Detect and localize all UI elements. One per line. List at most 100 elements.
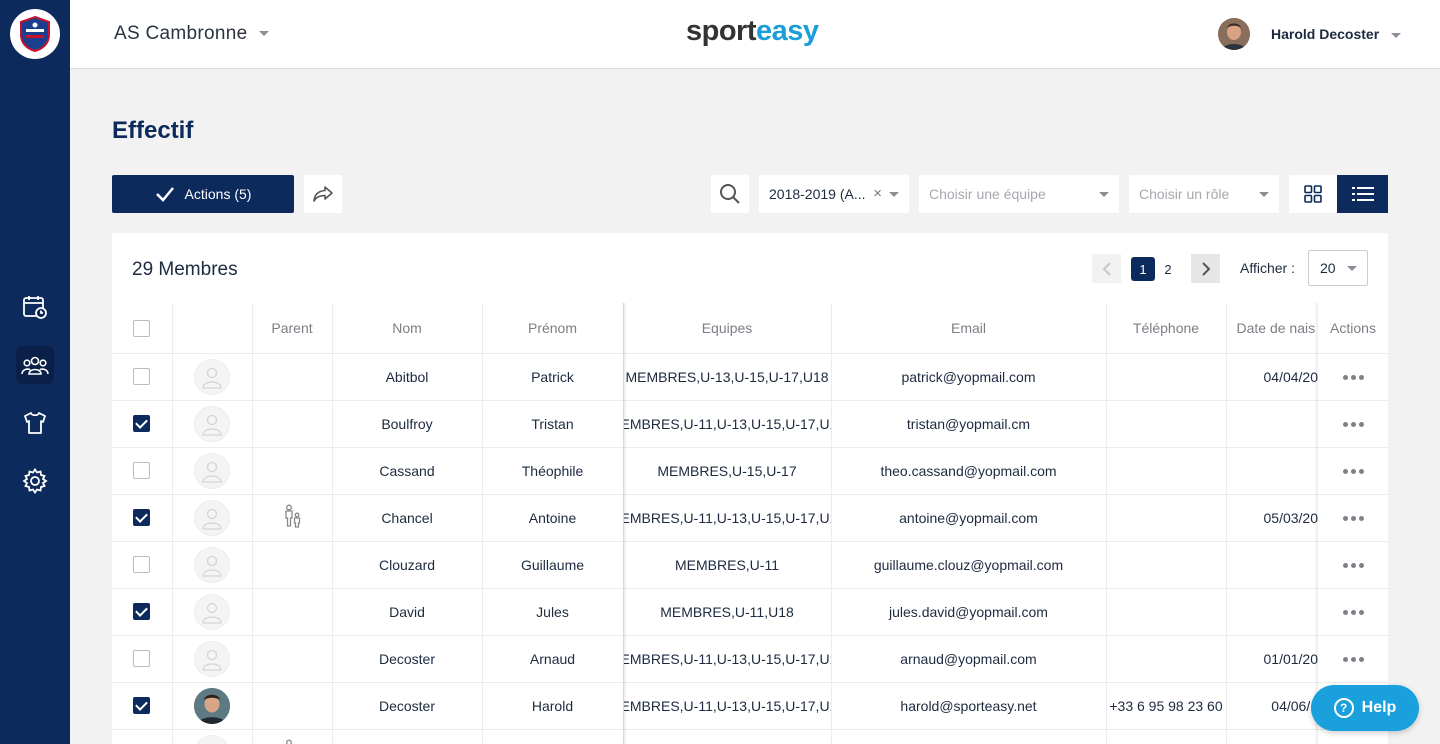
row-checkbox[interactable]	[133, 509, 151, 527]
scroll-shadow	[623, 303, 627, 744]
share-button[interactable]	[304, 175, 342, 213]
row-checkbox[interactable]	[133, 556, 151, 574]
more-actions-icon[interactable]	[1342, 516, 1364, 522]
email-cell[interactable]: antoine@yopmail.com	[831, 494, 1107, 542]
club-logo[interactable]	[10, 9, 60, 59]
members-count: 29 Membres	[132, 259, 238, 280]
prenom-cell[interactable]: Patrick	[482, 353, 624, 401]
nom-cell[interactable]: Clouzard	[332, 541, 483, 589]
row-checkbox[interactable]	[133, 462, 151, 480]
nom-cell[interactable]: Decoster	[332, 635, 483, 683]
actions-button[interactable]: Actions (5)	[112, 175, 294, 213]
more-actions-icon[interactable]	[1342, 375, 1364, 381]
equipes-cell: MEMBRES,U-15,U-17	[623, 447, 832, 495]
column-header-equipes[interactable]: Equipes	[623, 303, 832, 354]
column-header-nom[interactable]: Nom	[332, 303, 483, 354]
nom-cell[interactable]: Chancel	[332, 494, 483, 542]
team-switcher[interactable]: AS Cambronne	[114, 23, 270, 45]
prenom-cell[interactable]: Antoine	[482, 494, 624, 542]
prenom-cell[interactable]: Arnaud	[482, 635, 624, 683]
user-avatar[interactable]	[1218, 18, 1250, 50]
sidebar-item-team[interactable]	[16, 346, 54, 384]
role-select[interactable]: Choisir un rôle	[1129, 175, 1279, 213]
more-actions-icon[interactable]	[1342, 422, 1364, 428]
photo-cell	[172, 541, 253, 589]
email-cell[interactable]: guillaume.clouz@yopmail.com	[831, 541, 1107, 589]
prenom-cell[interactable]: Harold	[482, 682, 624, 730]
member-avatar	[194, 546, 230, 583]
pagination-prev[interactable]	[1092, 254, 1121, 283]
nom-cell[interactable]: Decoster	[332, 682, 483, 730]
season-value: 2018-2019 (A...	[769, 186, 866, 202]
select-all-checkbox[interactable]	[133, 319, 151, 337]
team-select[interactable]: Choisir une équipe	[919, 175, 1119, 213]
grid-view-button[interactable]	[1289, 175, 1337, 213]
table-row[interactable]: ChancelAntoineMEMBRES,U-11,U-13,U-15,U-1…	[112, 494, 1388, 542]
email-cell[interactable]	[831, 729, 1107, 744]
row-checkbox[interactable]	[133, 697, 151, 715]
pagination-next[interactable]	[1191, 254, 1220, 283]
season-select[interactable]: 2018-2019 (A... ×	[759, 175, 909, 213]
nom-cell[interactable]	[332, 729, 483, 744]
brand-logo[interactable]: sporteasy	[686, 15, 819, 48]
sidebar-item-equipment[interactable]	[16, 404, 54, 442]
email-cell[interactable]: patrick@yopmail.com	[831, 353, 1107, 401]
parent-cell	[252, 635, 333, 683]
help-button[interactable]: ? Help	[1311, 685, 1419, 731]
search-button[interactable]	[711, 175, 749, 213]
prenom-cell[interactable]: Guillaume	[482, 541, 624, 589]
prenom-cell[interactable]: Tristan	[482, 400, 624, 448]
more-actions-icon[interactable]	[1342, 563, 1364, 569]
pagination-page-2[interactable]: 2	[1160, 257, 1176, 281]
email-cell[interactable]: harold@sporteasy.net	[831, 682, 1107, 730]
nom-cell[interactable]: Boulfroy	[332, 400, 483, 448]
table-row[interactable]: DecosterArnaudMEMBRES,U-11,U-13,U-15,U-1…	[112, 635, 1388, 683]
nom-cell[interactable]: Cassand	[332, 447, 483, 495]
column-header-prenom[interactable]: Prénom	[482, 303, 624, 354]
parent-cell	[252, 729, 333, 744]
list-view-button[interactable]	[1337, 175, 1388, 213]
clear-icon[interactable]: ×	[873, 185, 882, 202]
row-checkbox[interactable]	[133, 650, 151, 668]
parent-cell	[252, 447, 333, 495]
table-row[interactable]: Clouzard Guillaume MEMBRES,U-11 guillaume.c…	[112, 541, 1388, 589]
email-cell[interactable]: theo.cassand@yopmail.com	[831, 447, 1107, 495]
email-cell[interactable]: tristan@yopmail.cm	[831, 400, 1107, 448]
more-actions-icon[interactable]	[1342, 657, 1364, 663]
sidebar-item-settings[interactable]	[16, 462, 54, 500]
column-header-email[interactable]: Email	[831, 303, 1107, 354]
telephone-cell	[1106, 635, 1227, 683]
prenom-cell[interactable]	[482, 729, 624, 744]
table-row[interactable]: Abitbol Patrick MEMBRES,U-13,U-15,U-17,U18…	[112, 353, 1388, 401]
per-page-select[interactable]: 20	[1308, 250, 1368, 286]
sidebar-item-calendar[interactable]	[16, 288, 54, 326]
row-checkbox[interactable]	[133, 415, 151, 433]
actions-cell	[1318, 353, 1388, 401]
row-checkbox[interactable]	[133, 603, 151, 621]
column-header-telephone[interactable]: Téléphone	[1106, 303, 1227, 354]
user-menu[interactable]: Harold Decoster	[1271, 26, 1402, 42]
table-row[interactable]: DecosterHaroldMEMBRES,U-11,U-13,U-15,U-1…	[112, 682, 1388, 730]
row-checkbox[interactable]	[133, 368, 151, 386]
more-actions-icon[interactable]	[1342, 469, 1364, 475]
actions-cell	[1318, 447, 1388, 495]
prenom-cell[interactable]: Jules	[482, 588, 624, 636]
actions-cell	[1318, 635, 1388, 683]
table-row[interactable]	[112, 729, 1388, 744]
table-row[interactable]: Cassand Théophile MEMBRES,U-15,U-17 theo.ca…	[112, 447, 1388, 495]
pagination-page-1[interactable]: 1	[1131, 257, 1155, 281]
email-cell[interactable]: jules.david@yopmail.com	[831, 588, 1107, 636]
column-header-date[interactable]: Date de nais	[1226, 303, 1318, 354]
photo-cell	[172, 682, 253, 730]
email-cell[interactable]: arnaud@yopmail.com	[831, 635, 1107, 683]
table-row[interactable]: David Jules MEMBRES,U-11,U18 jules.david@yo…	[112, 588, 1388, 636]
more-actions-icon[interactable]	[1342, 610, 1364, 616]
nom-cell[interactable]: David	[332, 588, 483, 636]
chevron-down-icon	[889, 192, 899, 197]
row-select-cell	[112, 635, 173, 683]
column-header-parent[interactable]: Parent	[252, 303, 333, 354]
prenom-cell[interactable]: Théophile	[482, 447, 624, 495]
table-row[interactable]: BoulfroyTristanMEMBRES,U-11,U-13,U-15,U-…	[112, 400, 1388, 448]
nom-cell[interactable]: Abitbol	[332, 353, 483, 401]
equipes-cell: MEMBRES,U-11,U-13,U-15,U-17,U18	[623, 635, 832, 683]
